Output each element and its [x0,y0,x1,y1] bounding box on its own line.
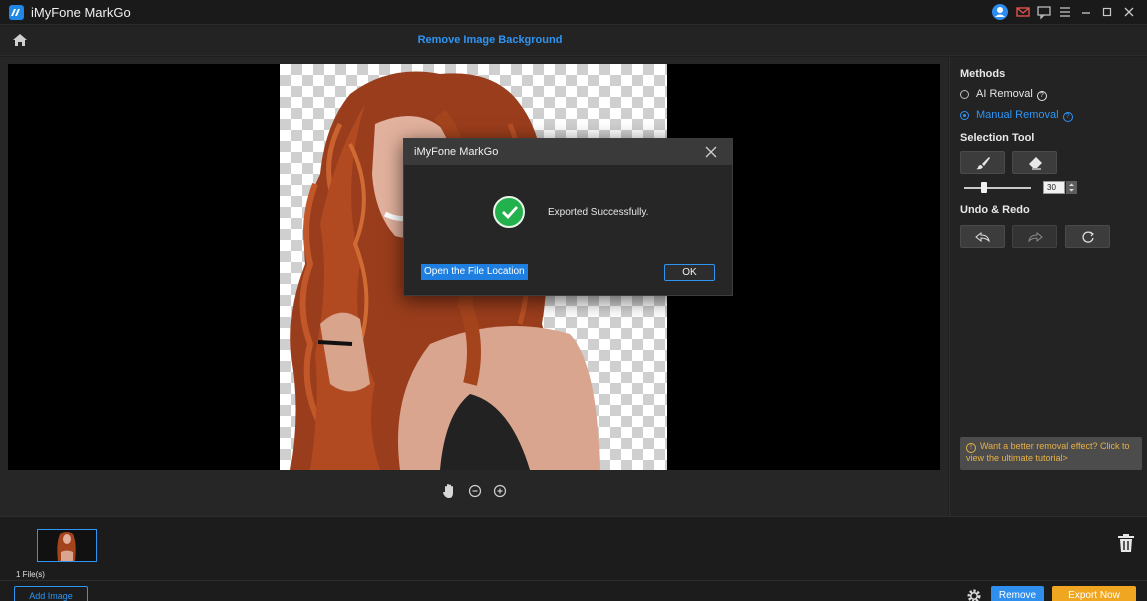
redo-button[interactable] [1012,225,1057,248]
undo-redo-title: Undo & Redo [960,204,1030,216]
app-title: iMyFone MarkGo [31,5,131,20]
help-icon[interactable]: ? [1036,91,1047,101]
export-now-button[interactable]: Export Now [1052,586,1136,601]
eraser-button[interactable] [1012,151,1057,174]
undo-button[interactable] [960,225,1005,248]
success-check-icon [493,196,525,228]
methods-title: Methods [960,68,1006,80]
tutorial-tip[interactable]: ! Want a better removal effect? Click to … [960,437,1142,470]
menu-icon[interactable] [1057,4,1073,20]
feedback-icon[interactable] [1036,4,1052,20]
redo-icon [1028,231,1043,243]
brush-size-stepper[interactable] [1066,181,1077,194]
file-strip: 1 File(s) [0,516,1147,580]
close-icon[interactable] [1121,4,1137,20]
dialog-message: Exported Successfully. [548,207,649,218]
dialog-title: iMyFone MarkGo [414,146,499,158]
open-file-location-button[interactable]: Open the File Location [421,264,528,280]
remove-button[interactable]: Remove [991,586,1044,601]
dialog-close-icon[interactable] [704,145,718,162]
export-success-dialog: iMyFone MarkGo Exported Successfully. Op… [403,138,733,296]
brush-button[interactable] [960,151,1005,174]
file-count: 1 File(s) [16,570,45,579]
toolbar: Remove Image Background [0,26,1147,56]
file-thumbnail[interactable] [37,529,97,562]
manual-removal-radio[interactable] [960,111,969,120]
brush-size-input[interactable]: 30 [1043,181,1065,194]
manual-removal-label: Manual Removal [976,109,1059,121]
page-title: Remove Image Background [417,34,563,46]
eraser-icon [1029,157,1042,170]
trash-icon[interactable] [1117,533,1135,556]
refresh-icon [1082,231,1094,243]
user-avatar-icon[interactable] [992,4,1008,20]
brush-icon [976,157,990,170]
ai-removal-radio[interactable] [960,90,969,99]
dialog-header: iMyFone MarkGo [404,139,732,165]
maximize-icon[interactable] [1099,4,1115,20]
selection-tool-title: Selection Tool [960,132,1035,144]
mail-icon[interactable] [1015,4,1031,20]
footer: Add Image Remove Export Now [0,580,1147,601]
minimize-icon[interactable] [1078,4,1094,20]
ok-button[interactable]: OK [664,264,715,281]
app-logo-icon [9,5,24,20]
reset-button[interactable] [1065,225,1110,248]
title-bar: iMyFone MarkGo [0,0,1147,25]
brush-size-slider[interactable] [964,187,1031,189]
right-panel: Methods AI Removal? Manual Removal? Sele… [949,57,1147,580]
gear-icon[interactable] [966,588,982,601]
zoom-in-icon[interactable] [493,484,507,501]
add-image-button[interactable]: Add Image [14,586,88,601]
zoom-out-icon[interactable] [468,484,482,501]
brush-size-slider-thumb[interactable] [981,182,987,193]
tutorial-tip-text[interactable]: Want a better removal effect? Click to v… [966,441,1130,463]
undo-icon [975,231,990,243]
info-icon: ! [966,443,976,453]
help-icon[interactable]: ? [1062,112,1073,122]
hand-pan-icon[interactable] [442,483,456,502]
ai-removal-label: AI Removal [976,88,1033,100]
